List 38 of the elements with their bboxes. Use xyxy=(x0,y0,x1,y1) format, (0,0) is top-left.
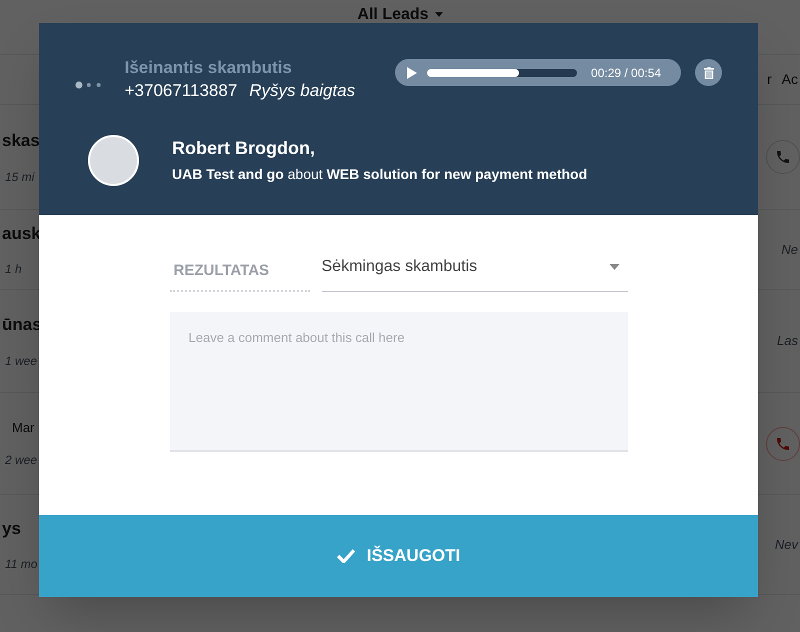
contact-subtitle: UAB Test and go about WEB solution for new payment method xyxy=(172,165,588,184)
page-title[interactable]: All Leads xyxy=(357,3,429,27)
lead-time: 2 wee xyxy=(4,452,38,470)
comment-field[interactable]: Leave a comment about this call here xyxy=(170,312,628,452)
result-label: REZULTATAS xyxy=(170,260,310,292)
phone-icon xyxy=(775,149,791,165)
lead-status: Las xyxy=(777,333,799,348)
save-button[interactable]: IŠSAUGOTI xyxy=(39,515,758,597)
dots-icon xyxy=(75,81,103,89)
lead-name[interactable]: skas xyxy=(2,128,40,154)
play-icon[interactable] xyxy=(407,66,418,78)
call-status: Ryšys baigtas xyxy=(249,80,356,102)
progress-track[interactable] xyxy=(427,68,578,76)
check-icon xyxy=(336,549,355,563)
trash-icon xyxy=(704,66,714,78)
avatar-placeholder xyxy=(88,135,139,186)
column-header: Ac xyxy=(782,70,798,89)
lead-name[interactable]: ys xyxy=(2,516,21,542)
lead-detail: Mar xyxy=(11,418,34,437)
caret-icon xyxy=(608,264,620,270)
phone-number: +37067113887 xyxy=(124,80,238,102)
result-select[interactable]: Sėkmingas skambutis xyxy=(322,255,628,292)
column-header: r xyxy=(766,70,772,89)
playback-time: 00:29 / 00:54 xyxy=(591,64,662,82)
lead-status: Nev xyxy=(774,536,800,552)
contact-name: Robert Brogdon, xyxy=(172,137,316,160)
lead-time: 11 mo xyxy=(4,556,38,574)
lead-time: 15 mi xyxy=(4,168,36,186)
lead-status: Ne xyxy=(781,242,799,256)
caret-icon xyxy=(434,12,443,17)
phone-button[interactable] xyxy=(766,140,800,174)
phone-icon xyxy=(775,436,791,452)
phone-button[interactable] xyxy=(766,426,800,460)
delete-button[interactable] xyxy=(695,59,722,86)
lead-time: 1 wee xyxy=(4,352,38,370)
lead-time: 1 h xyxy=(4,261,23,278)
call-type: Išeinantis skambutis xyxy=(124,57,293,79)
lead-name[interactable]: ausk xyxy=(2,220,41,246)
